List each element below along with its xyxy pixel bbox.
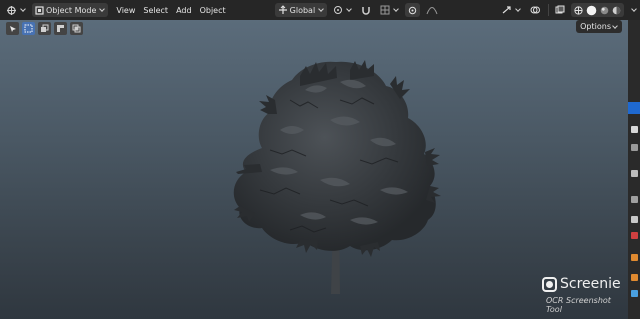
gizmo-icon	[502, 6, 511, 14]
output-tab-icon[interactable]	[631, 170, 638, 177]
properties-tab-strip	[628, 20, 640, 319]
screenie-logo-icon	[542, 276, 557, 292]
tree-model[interactable]	[0, 20, 628, 319]
viewport-header: Object Mode View Select Add Object Globa…	[0, 0, 640, 20]
editor-type-button[interactable]	[3, 3, 29, 17]
watermark-subtitle: OCR Screenshot Tool	[546, 296, 611, 314]
mode-label: Object Mode	[46, 5, 97, 15]
snap-grid-icon	[380, 5, 390, 15]
xray-toggle[interactable]	[552, 3, 568, 17]
shading-options-button[interactable]	[627, 3, 640, 17]
pivot-icon	[334, 6, 343, 14]
mode-dropdown[interactable]: Object Mode	[32, 3, 109, 17]
chevron-down-icon	[20, 6, 26, 12]
falloff-curve-icon	[426, 7, 438, 15]
snap-options-button[interactable]	[377, 3, 402, 17]
falloff-button[interactable]	[423, 3, 441, 17]
header-divider	[548, 4, 549, 16]
chevron-down-icon	[346, 6, 353, 12]
tool-tab-icon[interactable]	[631, 126, 638, 133]
chevron-down-icon	[515, 6, 521, 12]
viewport-gizmo-toggle[interactable]	[498, 3, 524, 17]
proportional-edit-toggle[interactable]	[405, 3, 421, 17]
transform-orientation-icon	[278, 5, 287, 14]
object-tab-icon[interactable]	[631, 254, 638, 261]
editor-type-icon	[7, 5, 16, 15]
proportional-edit-icon	[408, 6, 417, 14]
orientation-dropdown[interactable]: Global	[274, 3, 328, 17]
xray-icon	[555, 5, 565, 14]
pivot-point-button[interactable]	[330, 3, 355, 17]
world-tab-icon[interactable]	[631, 232, 638, 239]
material-preview-icon[interactable]	[600, 6, 609, 15]
rendered-shading-icon[interactable]	[612, 6, 621, 15]
view-layer-tab-icon[interactable]	[631, 196, 638, 203]
chevron-down-icon	[393, 6, 400, 12]
solid-shading-icon[interactable]	[586, 5, 597, 16]
shading-mode-group	[571, 3, 624, 17]
orientation-label: Global	[289, 5, 316, 15]
menu-view[interactable]: View	[116, 6, 135, 15]
magnet-icon	[362, 7, 370, 15]
particles-tab-icon[interactable]	[631, 290, 638, 297]
overlays-icon	[530, 6, 540, 14]
object-mode-icon	[35, 5, 44, 15]
render-tab-icon[interactable]	[631, 144, 638, 151]
chevron-down-icon	[318, 6, 325, 12]
overlays-toggle[interactable]	[527, 3, 543, 17]
modifier-tab-icon[interactable]	[631, 274, 638, 281]
wireframe-shading-icon[interactable]	[574, 5, 583, 15]
menu-select[interactable]: Select	[143, 6, 168, 15]
3d-viewport[interactable]: Options Screenie OCR Screenshot Tool	[0, 20, 628, 319]
chevron-down-icon	[99, 6, 106, 12]
menu-object[interactable]: Object	[200, 6, 226, 15]
scene-tab-icon[interactable]	[631, 216, 638, 223]
watermark-title: Screenie	[560, 276, 621, 292]
active-tab-indicator[interactable]	[628, 102, 640, 114]
chevron-down-icon	[631, 6, 637, 12]
menu-add[interactable]: Add	[176, 6, 192, 15]
screenie-watermark: Screenie OCR Screenshot Tool	[542, 276, 628, 314]
snap-toggle[interactable]	[358, 3, 374, 17]
